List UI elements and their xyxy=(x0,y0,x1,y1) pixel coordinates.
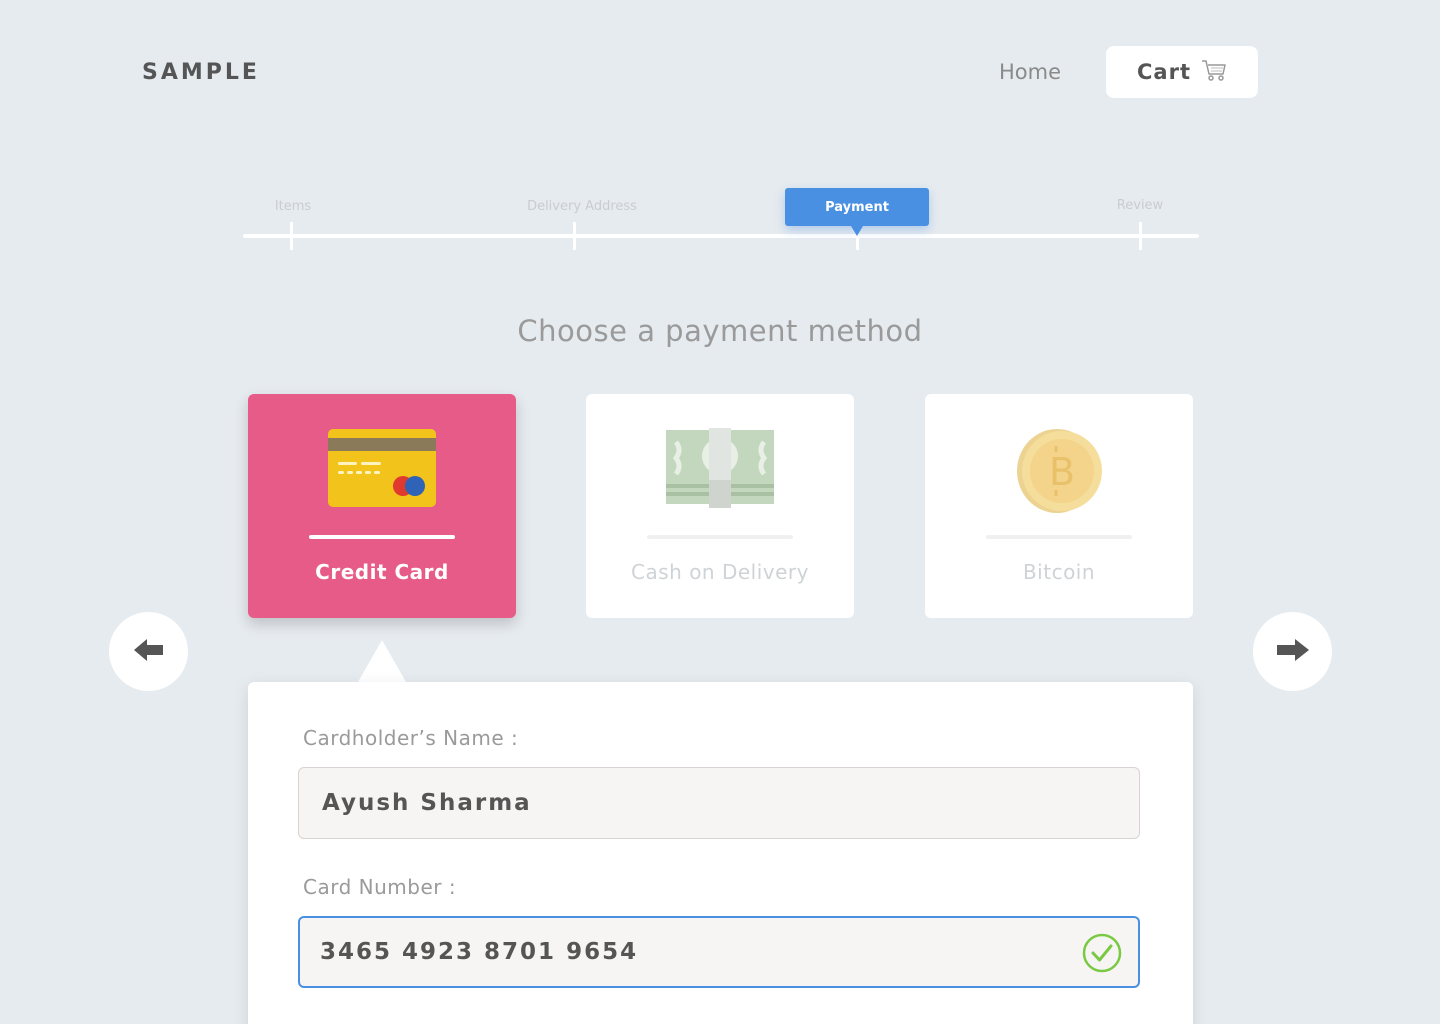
arrow-right-icon xyxy=(1276,638,1309,665)
check-circle-icon xyxy=(1082,933,1122,979)
card-details-form: Cardholder’s Name : Ayush Sharma Card Nu… xyxy=(248,682,1193,1024)
step-tick-items xyxy=(290,222,293,250)
bitcoin-icon: B xyxy=(1005,428,1113,513)
payment-option-label: Bitcoin xyxy=(1022,560,1096,584)
page-title: Choose a payment method xyxy=(517,314,923,348)
step-items[interactable]: Items xyxy=(275,199,311,214)
logo[interactable]: SAMPLE xyxy=(142,60,260,85)
payment-option-bitcoin[interactable]: B Bitcoin xyxy=(925,394,1193,618)
step-tick-delivery xyxy=(573,222,576,250)
cardholder-name-value: Ayush Sharma xyxy=(322,790,532,816)
cart-icon xyxy=(1201,59,1227,86)
selected-underline xyxy=(309,535,455,539)
option-underline xyxy=(647,535,793,539)
step-tick-review xyxy=(1139,222,1142,250)
payment-option-credit-card[interactable]: Credit Card xyxy=(248,394,516,618)
step-review[interactable]: Review xyxy=(1117,198,1163,213)
cardholder-name-input[interactable]: Ayush Sharma xyxy=(298,767,1140,839)
option-underline xyxy=(986,535,1132,539)
next-button[interactable] xyxy=(1253,612,1332,691)
payment-option-cash-on-delivery[interactable]: Cash on Delivery xyxy=(586,394,854,618)
cart-label: Cart xyxy=(1137,60,1191,84)
prev-button[interactable] xyxy=(109,612,188,691)
cart-button[interactable]: Cart xyxy=(1106,46,1258,98)
payment-option-label: Cash on Delivery xyxy=(631,560,809,584)
cash-icon xyxy=(666,428,774,508)
cardholder-name-label: Cardholder’s Name : xyxy=(303,726,519,750)
svg-text:B: B xyxy=(1049,450,1075,494)
card-number-value: 3465 4923 8701 9654 xyxy=(320,939,639,965)
card-number-input[interactable]: 3465 4923 8701 9654 xyxy=(298,916,1140,988)
step-delivery-address[interactable]: Delivery Address xyxy=(527,199,637,214)
card-number-label: Card Number : xyxy=(303,875,457,899)
stepper-track xyxy=(243,234,1199,238)
form-pointer xyxy=(358,640,406,682)
payment-option-label: Credit Card xyxy=(315,560,449,584)
credit-card-icon xyxy=(328,428,436,508)
nav-home-link[interactable]: Home xyxy=(999,60,1061,84)
step-payment-active[interactable]: Payment xyxy=(785,188,929,236)
arrow-left-icon xyxy=(133,638,164,665)
